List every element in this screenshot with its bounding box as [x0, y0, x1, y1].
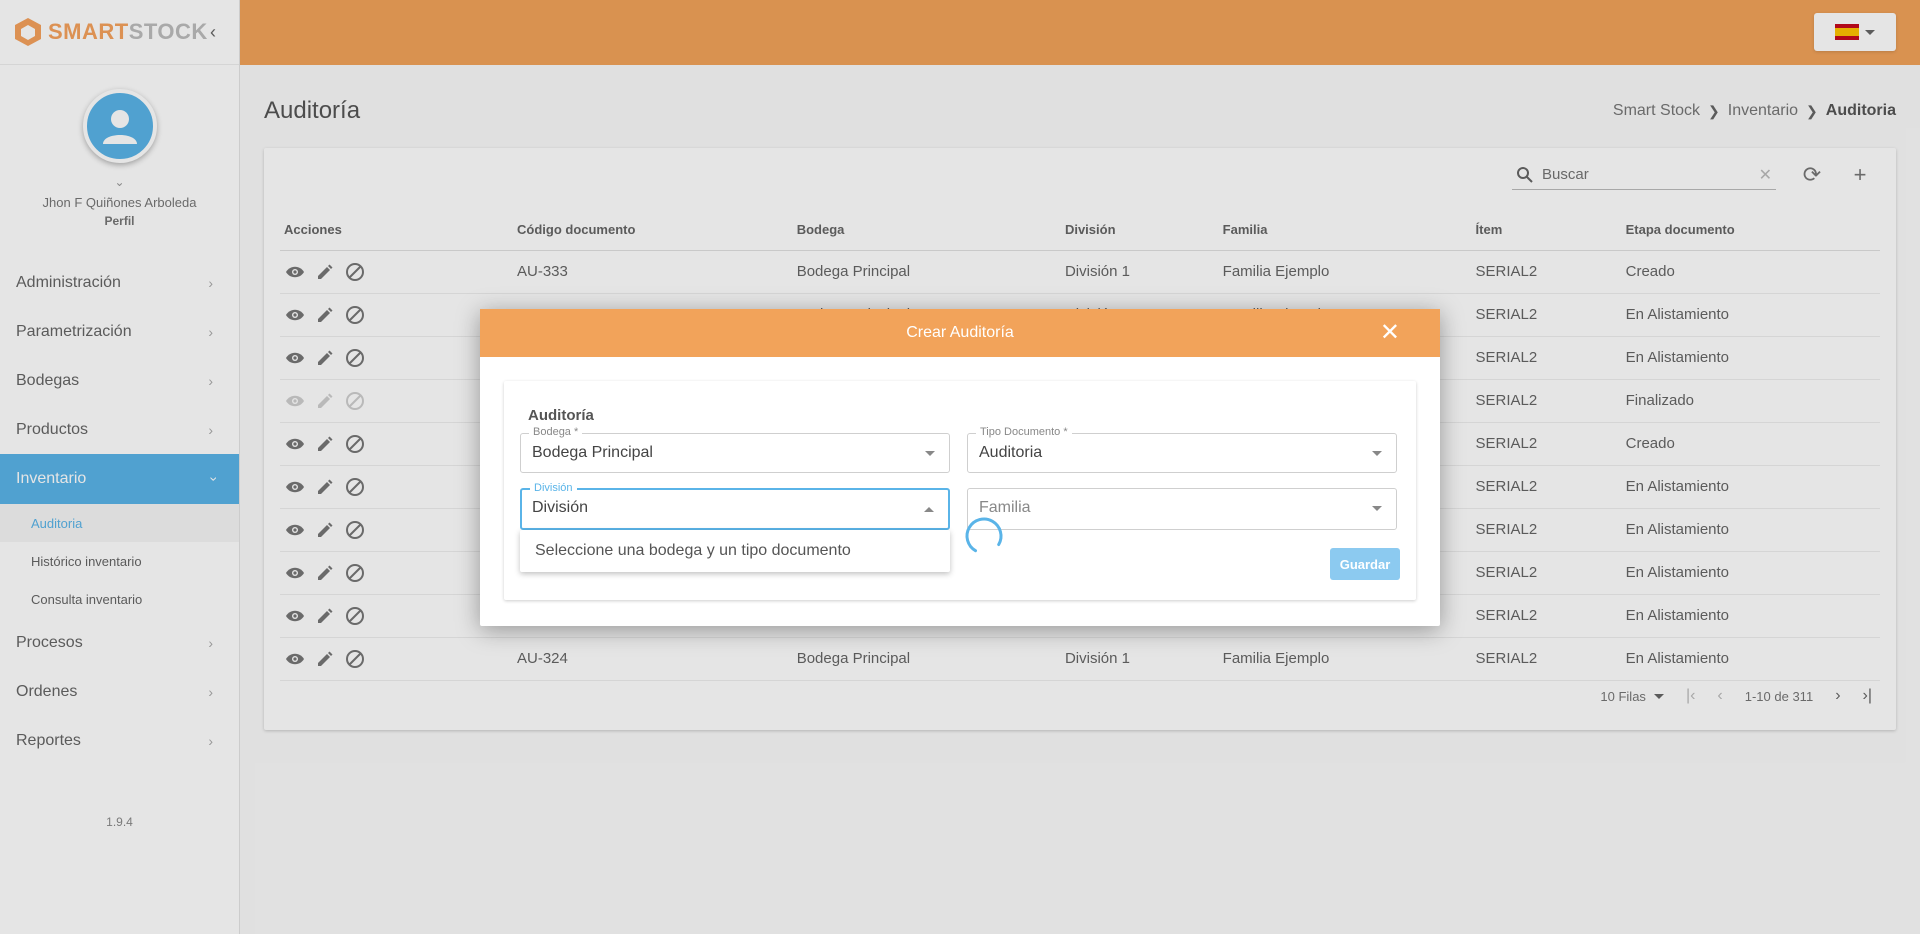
field-label: Tipo Documento * — [976, 426, 1072, 438]
save-button[interactable]: Guardar — [1330, 548, 1400, 580]
division-dropdown: Seleccione una bodega y un tipo document… — [520, 530, 950, 572]
caret-down-icon — [925, 451, 935, 456]
bodega-select[interactable]: Bodega * Bodega Principal — [520, 426, 950, 473]
spinner-icon — [965, 517, 1003, 555]
create-audit-dialog: Crear Auditoría ✕ Auditoría Bodega * Bod… — [480, 309, 1440, 626]
caret-down-icon — [1372, 506, 1382, 511]
dialog-title: Crear Auditoría — [906, 324, 1014, 341]
field-label: División — [530, 482, 577, 494]
tipo-documento-select[interactable]: Tipo Documento * Auditoria — [967, 426, 1397, 473]
form-section-title: Auditoría — [528, 407, 594, 424]
familia-select[interactable]: Familia — [967, 488, 1397, 530]
field-value: Bodega Principal — [532, 444, 653, 461]
field-value: Auditoria — [979, 444, 1043, 461]
audit-form: Auditoría Bodega * Bodega Principal Tipo… — [504, 381, 1416, 600]
close-icon[interactable]: ✕ — [1380, 321, 1400, 345]
division-select[interactable]: División División — [520, 482, 950, 530]
dialog-header: Crear Auditoría ✕ — [480, 309, 1440, 357]
field-label: Bodega * — [529, 426, 583, 438]
field-value: División — [532, 499, 589, 516]
caret-up-icon — [924, 507, 934, 512]
dropdown-option[interactable]: Seleccione una bodega y un tipo document… — [535, 542, 851, 560]
caret-down-icon — [1372, 451, 1382, 456]
